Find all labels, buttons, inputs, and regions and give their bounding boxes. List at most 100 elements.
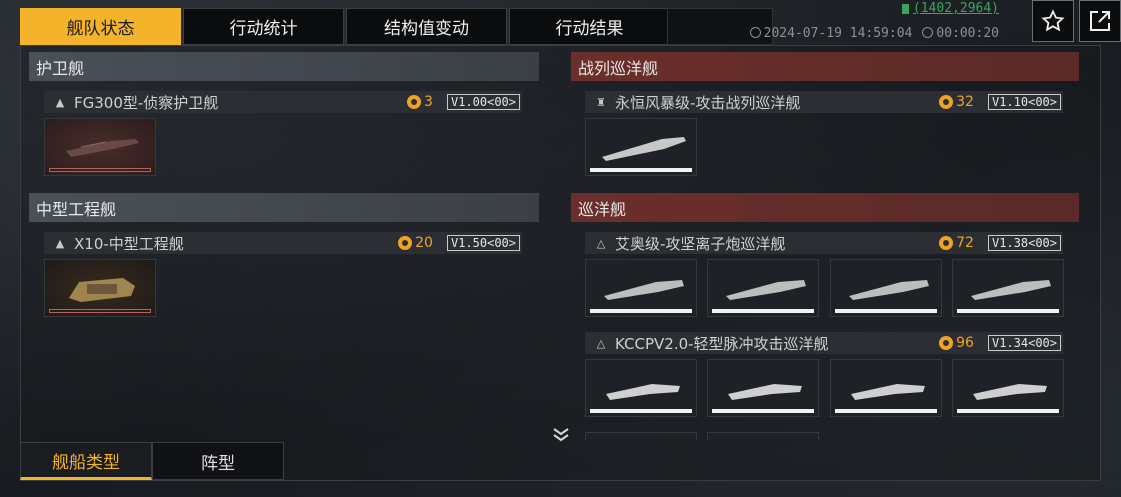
cost-value: 32 [956,94,974,110]
hp-bar [590,168,692,172]
ship-row-eternal-storm[interactable]: ♜ 永恒风暴级-攻击战列巡洋舰 32 V1.10<00> [585,91,1063,113]
tab-action-stats[interactable]: 行动统计 [183,8,344,45]
ship-silhouette [849,280,929,300]
ship-silhouette [66,139,139,157]
hp-bar [957,409,1059,413]
ship-cost: 32 [939,94,974,110]
tab-formation[interactable]: 阵型 [152,442,284,480]
ship-cost: 20 [398,235,433,251]
ship-card[interactable] [44,118,156,176]
cost-value: 72 [956,235,974,251]
clock-icon [749,27,761,38]
section-title: 战列巡洋舰 [578,58,659,78]
cost-icon [939,336,954,350]
ship-name: KCCPV2.0-轻型脉冲攻击巡洋舰 [615,334,829,353]
ship-silhouette [973,384,1047,400]
hp-bar [835,409,937,413]
ship-silhouette [971,280,1051,300]
version-badge: V1.10<00> [987,94,1061,110]
ship-card[interactable] [707,259,819,317]
duration: 00:00:20 [936,26,999,41]
coordinates-link[interactable]: (1402,2964) [901,1,999,16]
section-header-frigate: 护卫舰 [29,52,539,81]
rank-icon: △ [596,336,606,350]
ship-row-x10[interactable]: ▲ X10-中型工程舰 20 V1.50<00> [44,232,522,254]
section-title: 巡洋舰 [578,199,627,219]
rank-icon: ▲ [55,95,65,109]
rank-icon: △ [596,236,606,250]
ship-card[interactable] [707,359,819,417]
ship-card[interactable] [952,359,1064,417]
ship-cost: 96 [939,335,974,351]
timer-icon [922,27,934,38]
version-badge: V1.50<00> [446,235,520,251]
ship-silhouette [602,137,686,161]
chevron-down-icon[interactable] [551,427,571,443]
star-icon [1041,9,1065,32]
ship-silhouette [69,278,135,302]
hp-bar [835,309,937,313]
cost-icon [939,236,954,250]
ship-card[interactable] [830,359,942,417]
duration-group: 00:00:20 [922,26,999,41]
section-header-cruiser: 巡洋舰 [571,193,1079,222]
ship-card[interactable] [585,259,697,317]
timestamp-group: 2024-07-19 14:59:04 [749,26,913,41]
hp-bar [957,309,1059,313]
rank-icon: ♜ [596,95,606,109]
cost-icon [939,95,954,109]
cost-value: 20 [415,235,433,251]
ship-row-fg300[interactable]: ▲ FG300型-侦察护卫舰 3 V1.00<00> [44,91,522,113]
hp-bar [712,409,814,413]
ship-silhouette [726,280,806,300]
favorite-button[interactable] [1032,0,1074,42]
timestamp: 2024-07-19 14:59:04 [763,26,913,41]
tab-ship-type[interactable]: 舰船类型 [20,442,152,480]
section-title: 中型工程舰 [36,199,117,219]
version-badge: V1.00<00> [446,94,520,110]
ship-card[interactable] [44,259,156,317]
share-button[interactable] [1079,0,1121,42]
cost-icon [398,236,413,250]
coordinates-text: (1402,2964) [912,1,999,16]
battle-meta: 2024-07-19 14:59:04 00:00:20 [749,26,999,41]
cost-value: 3 [424,94,433,110]
section-header-battlecruiser: 战列巡洋舰 [571,52,1079,81]
ship-card-partial[interactable] [707,432,819,440]
ship-name: X10-中型工程舰 [74,234,184,253]
ship-cost: 3 [407,94,433,110]
version-badge: V1.38<00> [987,235,1061,251]
hp-bar [49,168,151,172]
ship-name: 永恒风暴级-攻击战列巡洋舰 [615,93,801,112]
share-icon [1090,11,1110,31]
ship-name: 艾奥级-攻坚离子炮巡洋舰 [615,234,786,253]
cost-value: 96 [956,335,974,351]
hp-bar [712,309,814,313]
ship-silhouette [606,384,680,400]
section-header-engineering: 中型工程舰 [29,193,539,222]
hp-bar [590,309,692,313]
tab-action-result[interactable]: 行动结果 [509,8,670,45]
ship-card[interactable] [585,118,697,176]
ship-card-partial[interactable] [585,432,697,440]
hp-bar [590,409,692,413]
ship-silhouette [604,280,684,300]
ship-silhouette [851,384,925,400]
cost-icon [407,95,422,109]
ship-row-kccpv2[interactable]: △ KCCPV2.0-轻型脉冲攻击巡洋舰 96 V1.34<00> [585,332,1063,354]
section-title: 护卫舰 [36,58,85,78]
tab-fleet-status[interactable]: 舰队状态 [20,8,181,45]
bottom-tab-bar: 舰船类型 阵型 [20,442,284,480]
ship-card[interactable] [585,359,697,417]
hp-bar [49,309,151,313]
rank-icon: ▲ [55,236,65,250]
ship-card[interactable] [830,259,942,317]
tab-structure-change[interactable]: 结构值变动 [346,8,507,45]
top-tab-bar: 舰队状态 行动统计 结构值变动 行动结果 [20,8,672,45]
version-badge: V1.34<00> [987,335,1061,351]
ship-cost: 72 [939,235,974,251]
ship-name: FG300型-侦察护卫舰 [74,93,219,112]
ship-row-io-class[interactable]: △ 艾奥级-攻坚离子炮巡洋舰 72 V1.38<00> [585,232,1063,254]
ship-card[interactable] [952,259,1064,317]
ship-silhouette [728,384,802,400]
